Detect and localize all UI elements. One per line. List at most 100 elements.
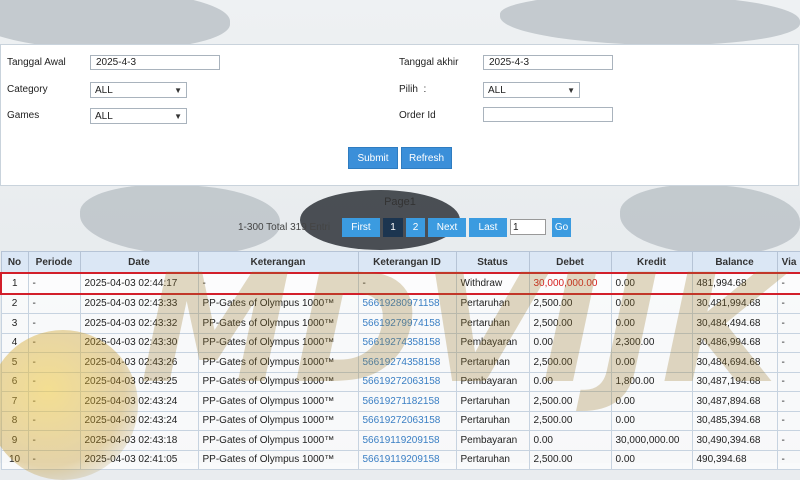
submit-button[interactable]: Submit (348, 147, 398, 169)
cell-status: Pembayaran (455, 371, 530, 392)
table-row[interactable]: 5-2025-04-03 02:43:26 PP-Gates of Olympus… (0, 352, 800, 373)
cell-keterangan-id[interactable]: 56619279974158 (357, 313, 457, 334)
cell-kredit: 0.00 (610, 352, 693, 373)
cell-keterangan: PP-Gates of Olympus 1000™ (197, 313, 359, 334)
cell-keterangan: PP-Gates of Olympus 1000™ (197, 293, 359, 314)
cell-date: 2025-04-03 02:43:32 (79, 313, 199, 334)
cell-debet: 0.00 (528, 332, 612, 353)
cell-status: Pembayaran (455, 430, 530, 451)
cell-balance: 481,994.68 (691, 272, 778, 295)
header-keterangan-id: Keterangan ID (357, 251, 457, 274)
cell-balance: 30,486,994.68 (691, 332, 778, 353)
cell-keterangan-id[interactable]: 56619119209158 (357, 449, 457, 470)
goto-page-input[interactable]: 1 (510, 219, 546, 235)
cell-no: 10 (0, 449, 29, 470)
table-row[interactable]: 8-2025-04-03 02:43:24 PP-Gates of Olympus… (0, 410, 800, 431)
cell-date: 2025-04-03 02:43:24 (79, 391, 199, 412)
cell-keterangan-id[interactable]: 56619272063158 (357, 371, 457, 392)
cell-keterangan-id[interactable]: 56619280971158 (357, 293, 457, 314)
table-row[interactable]: 2-2025-04-03 02:43:33 PP-Gates of Olympus… (0, 293, 800, 314)
cell-via: - (776, 352, 800, 373)
cell-date: 2025-04-03 02:44:17 (79, 272, 199, 295)
cell-status: Pembayaran (455, 332, 530, 353)
cell-kredit: 0.00 (610, 272, 693, 295)
games-label: Games (7, 110, 40, 121)
cell-no: 4 (0, 332, 29, 353)
pilih-select-value: ALL (488, 84, 506, 96)
table-row[interactable]: 3 - 2025-04-03 02:43:32 PP-Gates of Olympus… (0, 313, 800, 334)
cell-debet: 30,000,000.00 (528, 272, 612, 295)
cell-no: 2 (0, 293, 29, 314)
games-select[interactable]: ALL ▼ (90, 108, 187, 124)
cell-periode: - (27, 352, 81, 373)
cell-debet: 2,500.00 (528, 352, 612, 373)
header-kredit: Kredit (610, 251, 693, 274)
table-row[interactable]: 7-2025-04-03 02:43:24 PP-Gates of Olympus… (0, 391, 800, 412)
cell-balance: 490,394.68 (691, 449, 778, 470)
table-header-row: No Periode Date Keterangan Keterangan ID Stat… (0, 251, 800, 274)
last-page-button[interactable]: Last (469, 218, 507, 237)
header-status: Status (455, 251, 530, 274)
cell-via: - (776, 430, 800, 451)
cell-keterangan-id[interactable]: 56619271182158 (357, 391, 457, 412)
cell-kredit: 2,300.00 (610, 332, 693, 353)
cell-via: - (776, 313, 800, 334)
cell-via: - (776, 371, 800, 392)
cell-periode: - (27, 371, 81, 392)
page-1-button[interactable]: 1 (383, 218, 403, 237)
cell-debet: 0.00 (528, 371, 612, 392)
cell-kredit: 1,800.00 (610, 371, 693, 392)
pilih-select[interactable]: ALL ▼ (483, 82, 580, 98)
cell-status: Withdraw (455, 272, 530, 295)
pilih-label: Pilih : (399, 84, 427, 95)
cell-keterangan: - (197, 272, 359, 295)
cell-keterangan: PP-Gates of Olympus 1000™ (197, 371, 359, 392)
cell-debet: 2,500.00 (528, 410, 612, 431)
table-row[interactable]: 10-2025-04-03 02:41:05 PP-Gates of Olympu… (0, 449, 800, 470)
cell-keterangan-id[interactable]: 56619119209158 (357, 430, 457, 451)
go-button[interactable]: Go (552, 218, 571, 237)
header-periode: Periode (27, 251, 81, 274)
cell-keterangan-id[interactable]: 56619272063158 (357, 410, 457, 431)
table-row[interactable]: 6-2025-04-03 02:43:25 PP-Gates of Olympus… (0, 371, 800, 392)
chevron-down-icon: ▼ (567, 85, 575, 95)
header-debet: Debet (528, 251, 612, 274)
category-label: Category (7, 84, 48, 95)
table-row[interactable]: 9-2025-04-03 02:43:18 PP-Gates of Olympus… (0, 430, 800, 451)
cell-no: 8 (0, 410, 29, 431)
cell-date: 2025-04-03 02:43:26 (79, 352, 199, 373)
refresh-button[interactable]: Refresh (401, 147, 452, 169)
chevron-down-icon: ▼ (174, 85, 182, 95)
page-2-button[interactable]: 2 (406, 218, 425, 237)
order-id-label: Order Id (399, 110, 436, 121)
cell-debet: 2,500.00 (528, 449, 612, 470)
header-balance: Balance (691, 251, 778, 274)
first-page-button[interactable]: First (342, 218, 380, 237)
cell-periode: - (27, 391, 81, 412)
cell-balance: 30,485,394.68 (691, 410, 778, 431)
start-date-input[interactable]: 2025-4-3 (90, 55, 220, 70)
cell-keterangan: PP-Gates of Olympus 1000™ (197, 430, 359, 451)
cell-balance: 30,484,694.68 (691, 352, 778, 373)
end-date-label: Tanggal akhir (399, 57, 459, 68)
cell-date: 2025-04-03 02:43:33 (79, 293, 199, 314)
cell-no: 3 (0, 313, 29, 334)
cell-keterangan: PP-Gates of Olympus 1000™ (197, 352, 359, 373)
cell-via: - (776, 293, 800, 314)
cell-periode: - (27, 293, 81, 314)
table-row[interactable]: 4-2025-04-03 02:43:30 PP-Gates of Olympus… (0, 332, 800, 353)
cell-date: 2025-04-03 02:43:25 (79, 371, 199, 392)
cell-no: 9 (0, 430, 29, 451)
cell-keterangan: PP-Gates of Olympus 1000™ (197, 391, 359, 412)
cell-balance: 30,484,494.68 (691, 313, 778, 334)
table-row[interactable]: 1-2025-04-03 02:44:17- - Withdraw 30,000,00… (0, 272, 800, 295)
cell-status: Pertaruhan (455, 410, 530, 431)
cell-keterangan-id[interactable]: 56619274358158 (357, 332, 457, 353)
cell-keterangan-id[interactable]: 56619274358158 (357, 352, 457, 373)
next-page-button[interactable]: Next (428, 218, 466, 237)
order-id-input[interactable] (483, 107, 613, 122)
cell-periode: - (27, 430, 81, 451)
cell-kredit: 30,000,000.00 (610, 430, 693, 451)
category-select[interactable]: ALL ▼ (90, 82, 187, 98)
end-date-input[interactable]: 2025-4-3 (483, 55, 613, 70)
